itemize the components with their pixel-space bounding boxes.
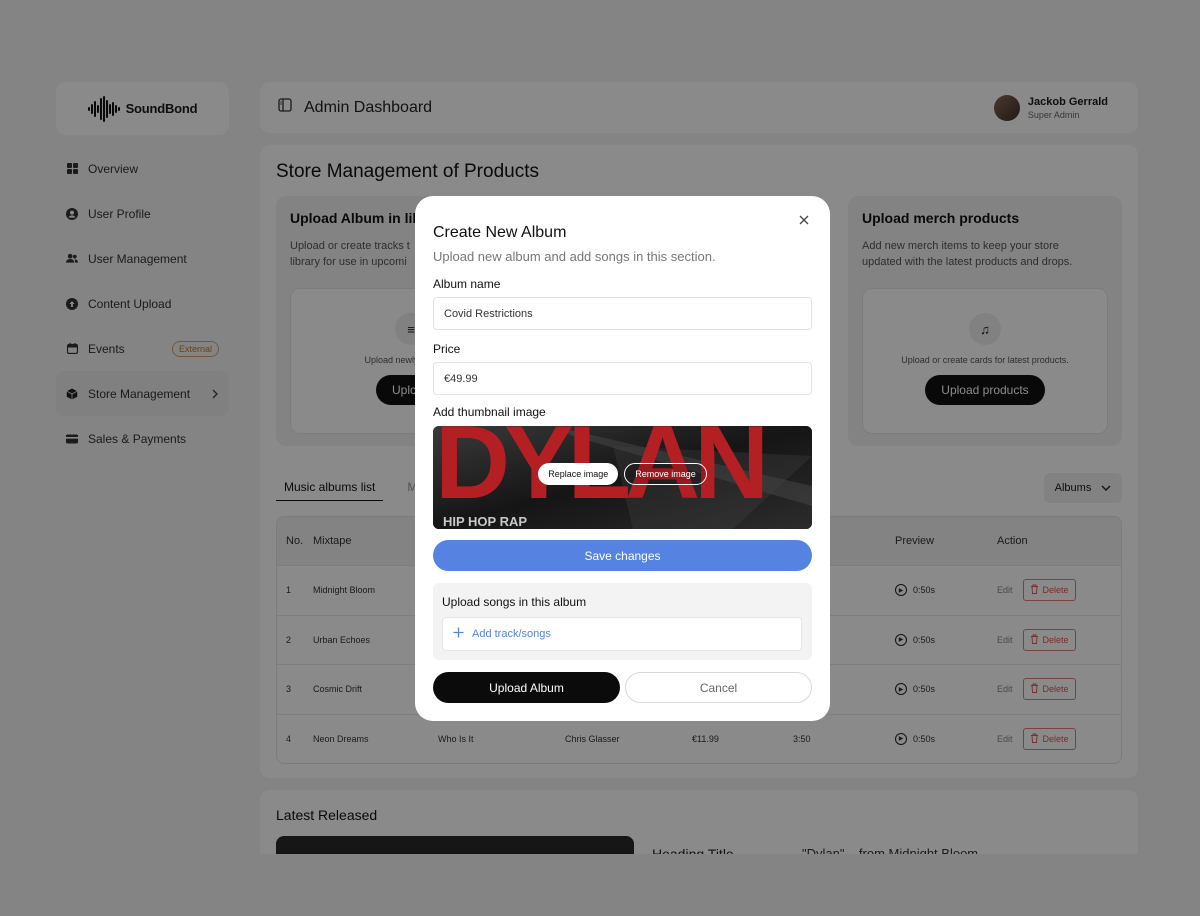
- create-album-modal: Create New Album Upload new album and ad…: [415, 196, 830, 721]
- thumbnail-label: Add thumbnail image: [433, 405, 546, 419]
- save-changes-button[interactable]: Save changes: [433, 540, 812, 571]
- add-track-label: Add track/songs: [472, 628, 551, 640]
- album-name-input[interactable]: [433, 297, 812, 330]
- remove-image-button[interactable]: Remove image: [624, 463, 707, 485]
- cancel-button[interactable]: Cancel: [625, 672, 812, 703]
- add-track-button[interactable]: Add track/songs: [442, 617, 802, 651]
- price-input[interactable]: [433, 362, 812, 395]
- plus-icon: [453, 626, 464, 642]
- album-name-label: Album name: [433, 277, 501, 291]
- close-icon[interactable]: [796, 212, 812, 228]
- thumbnail-actions: Replace image Remove image: [433, 463, 812, 485]
- price-label: Price: [433, 342, 461, 356]
- modal-title: Create New Album: [433, 224, 567, 241]
- thumbnail-preview: DYLAN HIP HOP RAP Replace image Remove i…: [433, 426, 812, 529]
- upload-songs-title: Upload songs in this album: [442, 595, 587, 609]
- upload-songs-section: Upload songs in this album Add track/son…: [433, 583, 812, 660]
- upload-album-button[interactable]: Upload Album: [433, 672, 620, 703]
- replace-image-button[interactable]: Replace image: [538, 463, 619, 485]
- modal-subtitle: Upload new album and add songs in this s…: [433, 249, 716, 264]
- cover-art-genre: HIP HOP RAP: [443, 514, 527, 529]
